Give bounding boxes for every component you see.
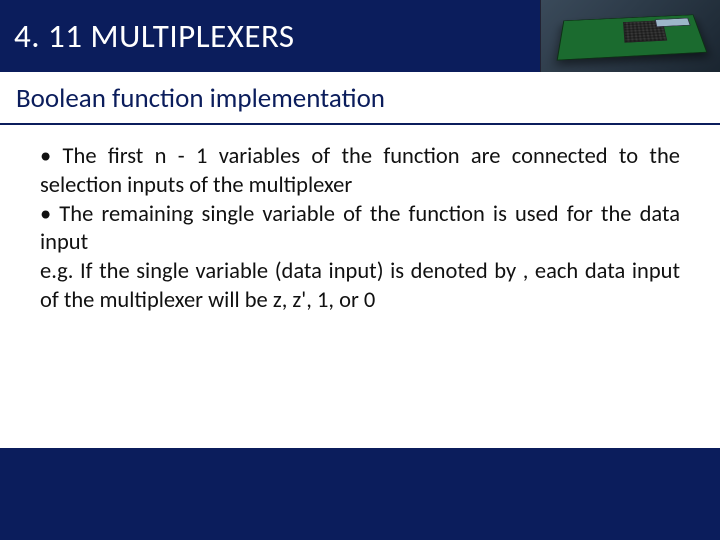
subtitle: Boolean function implementation [16, 82, 704, 115]
body-text: • The first n - 1 variables of the funct… [0, 125, 720, 316]
bullet-item: • The remaining single variable of the f… [40, 201, 680, 259]
bullet-item: • The first n - 1 variables of the funct… [40, 143, 680, 201]
title-bar: 4. 11 MULTIPLEXERS [0, 0, 720, 72]
bullet-item: e.g. If the single variable (data input)… [40, 258, 680, 316]
slide-title: 4. 11 MULTIPLEXERS [14, 16, 295, 56]
subtitle-row: Boolean function implementation [0, 72, 720, 125]
lcd-graphic [655, 18, 691, 27]
slide: 4. 11 MULTIPLEXERS Boolean function impl… [0, 0, 720, 540]
circuit-board-graphic [557, 14, 708, 60]
hardware-photo [540, 0, 720, 72]
footer-bar [0, 448, 720, 540]
